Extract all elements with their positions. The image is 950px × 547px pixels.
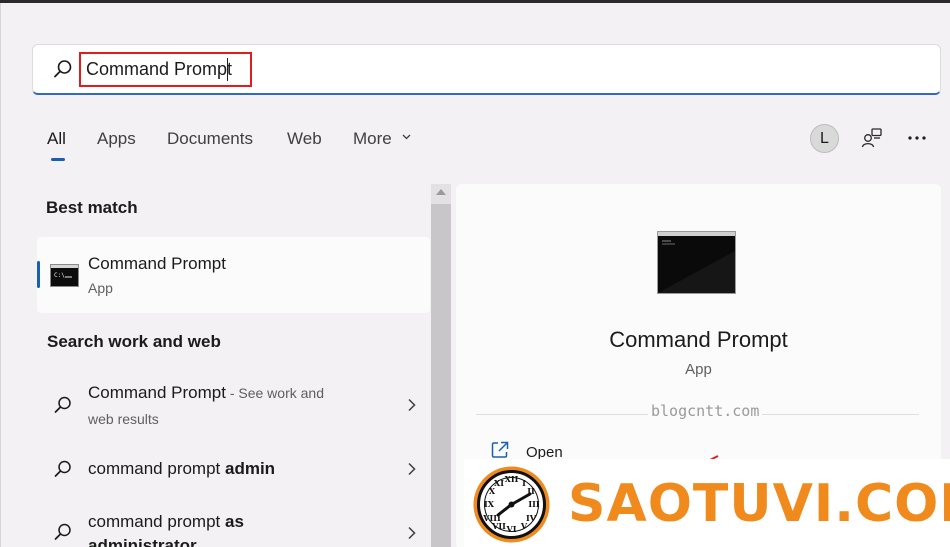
search-icon [54, 460, 71, 477]
chevron-right-icon [408, 462, 416, 476]
web-result-row[interactable]: command prompt admin [37, 449, 430, 489]
blog-watermark: blogcntt.com [648, 402, 763, 420]
scroll-up-arrow-icon[interactable] [435, 188, 447, 196]
chevron-right-icon [408, 398, 416, 412]
tab-web[interactable]: Web [287, 129, 322, 149]
svg-text:IV: IV [526, 513, 537, 523]
best-match-item[interactable]: C:\ Command Prompt App [37, 237, 430, 313]
open-external-icon[interactable] [490, 440, 510, 460]
command-prompt-icon: C:\ [50, 264, 79, 287]
web-result-second-line: administrator [88, 536, 197, 547]
tab-more[interactable]: More [353, 129, 411, 149]
chevron-down-icon [403, 134, 411, 140]
tab-apps[interactable]: Apps [97, 129, 136, 149]
best-match-type: App [88, 280, 113, 296]
tab-all[interactable]: All [47, 129, 66, 161]
text-caret [227, 58, 228, 81]
detail-title: Command Prompt [609, 327, 788, 352]
tab-all-label: All [47, 129, 66, 148]
search-web-heading: Search work and web [47, 332, 221, 351]
chevron-right-icon [408, 526, 416, 540]
best-match-name: Command Prompt [88, 254, 226, 273]
detail-type: App [685, 361, 712, 378]
web-result-row[interactable]: Command Prompt - See work and web result… [37, 373, 430, 435]
web-result-query-bold: admin [225, 459, 276, 478]
saotuvi-logo: XII III VI IX I II IV V VII VIII X XI SA… [464, 459, 950, 547]
more-options-icon[interactable] [906, 128, 928, 148]
svg-text:III: III [528, 499, 539, 509]
svg-text:XI: XI [494, 478, 504, 488]
web-result-row[interactable]: command prompt as administrator [37, 502, 430, 547]
web-result-query: command prompt [88, 459, 225, 478]
web-result-query: Command Prompt [88, 383, 226, 402]
selection-indicator [37, 261, 40, 288]
avatar[interactable]: L [810, 124, 839, 153]
svg-text:XII: XII [505, 474, 519, 484]
web-result-text: command prompt as [88, 512, 244, 532]
tab-documents[interactable]: Documents [167, 129, 253, 149]
web-result-query-bold: as [225, 512, 244, 531]
search-box[interactable] [32, 44, 941, 95]
web-result-text: command prompt admin [88, 459, 275, 479]
svg-text:C:\: C:\ [54, 272, 65, 279]
tab-apps-label: Apps [97, 129, 136, 148]
clock-logo-icon: XII III VI IX I II IV V VII VIII X XI [473, 466, 550, 543]
scrollbar-thumb[interactable] [431, 204, 451, 547]
svg-text:V: V [520, 521, 528, 531]
web-result-query: command prompt [88, 512, 225, 531]
logo-text: SAOTUVI.COM [568, 474, 950, 534]
svg-text:VI: VI [506, 524, 517, 534]
command-prompt-large-icon [657, 231, 736, 294]
results-scrollbar[interactable] [431, 184, 451, 547]
account-switch-icon[interactable] [861, 127, 883, 149]
search-icon [54, 396, 71, 413]
search-icon [54, 60, 72, 78]
tab-web-label: Web [287, 129, 322, 148]
best-match-heading: Best match [46, 198, 138, 217]
svg-text:I: I [522, 478, 526, 488]
svg-text:IX: IX [484, 499, 495, 509]
web-result-text: Command Prompt - See work and [88, 383, 324, 403]
search-icon [54, 523, 71, 540]
web-result-suffix: - See work and [225, 385, 324, 401]
tab-documents-label: Documents [167, 129, 253, 148]
start-search-panel: All Apps Documents Web More L Best match [0, 3, 950, 547]
web-result-second-line: web results [88, 411, 159, 427]
tab-active-indicator [51, 158, 65, 161]
tab-more-label: More [353, 129, 392, 148]
